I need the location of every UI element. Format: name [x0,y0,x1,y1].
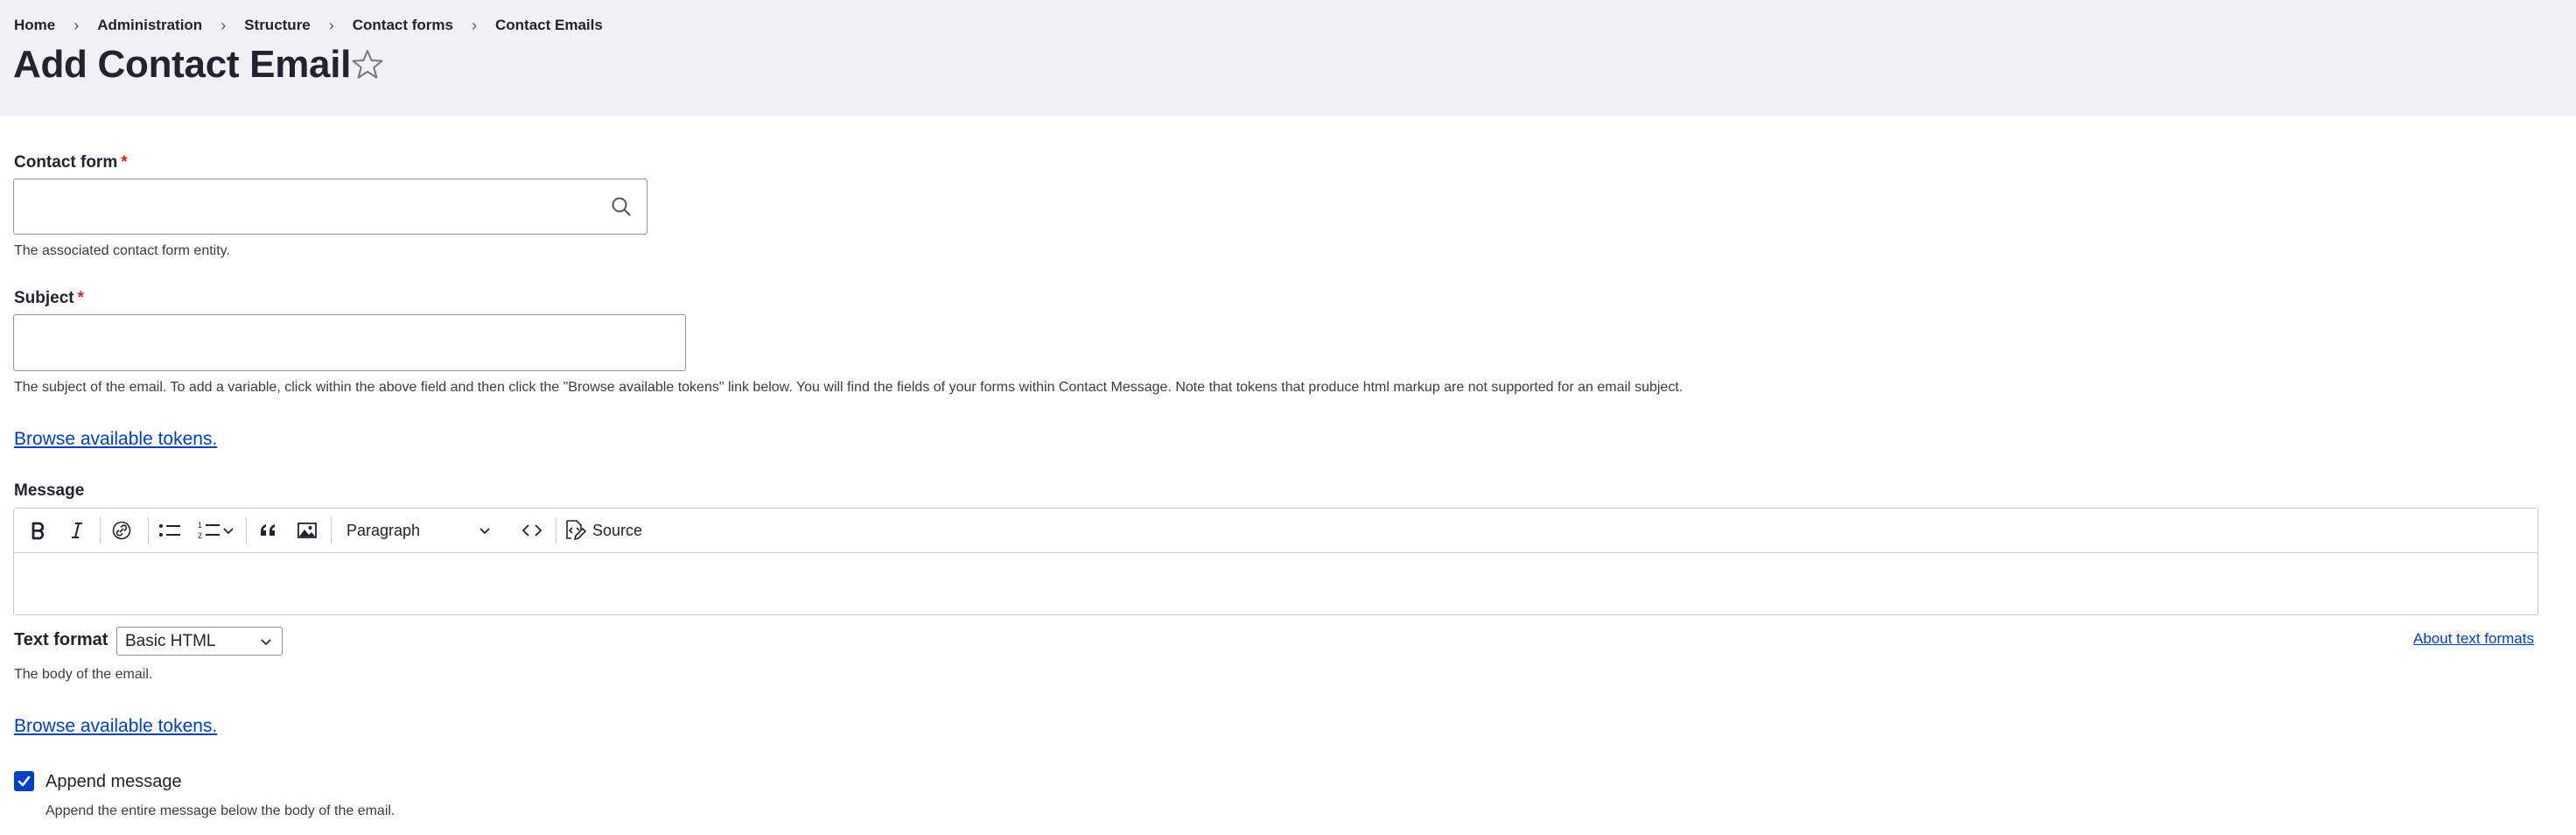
bulleted-list-button[interactable] [154,516,186,545]
subject-label: Subject * [14,289,84,308]
editor-toolbar: 1 2 Paragraph Source [14,509,2538,553]
breadcrumb-separator: › [472,17,477,34]
numbered-list-button[interactable]: 1 2 [192,516,240,545]
contact-form-label: Contact form * [14,153,128,172]
append-message-checkbox[interactable] [14,771,34,791]
svg-text:2: 2 [198,531,202,540]
blockquote-icon [261,524,275,536]
browse-tokens-link[interactable]: Browse available tokens. [14,429,217,450]
page-header: Home › Administration › Structure › Cont… [0,0,2576,116]
message-label: Message [14,481,85,500]
message-editor: 1 2 Paragraph Source [13,508,2538,615]
chevron-down-icon [480,528,490,535]
about-text-formats-link[interactable]: About text formats [2413,630,2534,648]
breadcrumb-contact-emails[interactable]: Contact Emails [495,17,603,34]
toolbar-separator [148,517,149,544]
browse-tokens-link[interactable]: Browse available tokens. [14,716,217,737]
subject-input[interactable] [13,314,686,371]
chevron-down-icon [223,528,234,535]
contact-form-input[interactable] [13,179,648,235]
text-format-select[interactable]: Basic HTML [116,627,283,656]
checkmark-icon [18,775,31,787]
toolbar-separator [100,517,101,544]
code-button[interactable] [514,516,550,545]
breadcrumb-separator: › [220,17,227,34]
breadcrumb-home[interactable]: Home [14,17,55,34]
link-icon [112,521,131,540]
heading-dropdown[interactable]: Paragraph [340,516,506,545]
source-icon [566,520,587,541]
text-format-value: Basic HTML [125,631,216,650]
heading-dropdown-value: Paragraph [346,521,421,539]
required-mark: * [121,153,128,172]
message-editable-area[interactable] [14,553,2538,614]
breadcrumb: Home › Administration › Structure › Cont… [14,16,603,35]
toolbar-separator [331,517,332,544]
svg-text:1: 1 [198,521,202,530]
bold-button[interactable] [24,516,51,545]
source-button[interactable]: Source [563,516,650,545]
search-icon [612,197,631,216]
contact-form-label-text: Contact form [14,153,118,172]
page-title: Add Contact Email [13,43,352,86]
contact-form-description: The associated contact form entity. [14,243,230,258]
message-description: The body of the email. [14,667,153,682]
bold-icon [32,522,45,540]
toolbar-separator [246,517,247,544]
bulleted-list-icon [159,524,180,537]
required-mark: * [77,289,85,307]
text-format-label: Text format [14,630,108,649]
source-label: Source [592,521,643,539]
code-icon [522,524,542,537]
italic-icon [72,523,82,538]
subject-label-text: Subject [14,289,74,307]
italic-button[interactable] [64,516,90,545]
star-shortcut-icon[interactable] [350,47,385,82]
chevron-down-icon [261,638,271,645]
link-button[interactable] [107,516,136,545]
breadcrumb-separator: › [74,17,80,34]
breadcrumb-separator: › [328,17,334,34]
breadcrumb-structure[interactable]: Structure [244,17,311,34]
subject-description: The subject of the email. To add a varia… [14,380,1684,395]
image-icon [298,523,317,538]
breadcrumb-contact-forms[interactable]: Contact forms [353,17,453,34]
append-message-label[interactable]: Append message [46,772,182,792]
blockquote-button[interactable] [254,516,284,545]
numbered-list-icon: 1 2 [198,521,220,540]
append-message-description: Append the entire message below the body… [46,803,396,818]
image-button[interactable] [292,516,322,545]
breadcrumb-administration[interactable]: Administration [97,17,202,34]
